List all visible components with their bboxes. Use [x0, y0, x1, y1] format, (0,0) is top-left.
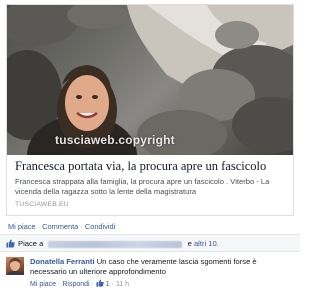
- thumbs-up-icon: [96, 279, 104, 287]
- separator: ·: [58, 281, 61, 288]
- comment-author[interactable]: Donatella Ferranti: [30, 257, 95, 266]
- comment-like-link[interactable]: Mi piace: [30, 281, 56, 288]
- separator: ·: [80, 222, 83, 231]
- separator: ·: [111, 281, 114, 288]
- thumbs-up-icon: [6, 239, 15, 248]
- comment-body: Donatella Ferranti Un caso che veramente…: [30, 257, 292, 277]
- photo-watermark: tusciaweb.copyright: [55, 133, 175, 147]
- like-link[interactable]: Mi piace: [8, 222, 36, 231]
- separator: ·: [37, 222, 41, 231]
- comment-link[interactable]: Commenta: [42, 222, 78, 231]
- likes-others-link[interactable]: altri 10.: [194, 239, 219, 248]
- share-link[interactable]: Condividi: [85, 222, 115, 231]
- comment-like-count[interactable]: 1: [106, 281, 110, 288]
- post-actions: Mi piace · Commenta · Condividi: [8, 222, 115, 231]
- comment-reply-link[interactable]: Rispondi: [62, 281, 89, 288]
- article-photo[interactable]: tusciaweb.copyright: [7, 5, 293, 155]
- comment-timestamp[interactable]: 11 h: [116, 281, 129, 288]
- link-preview-card[interactable]: tusciaweb.copyright Francesca portata vi…: [6, 4, 294, 216]
- separator: ·: [91, 281, 94, 288]
- article-headline[interactable]: Francesca portata via, la procura apre u…: [15, 159, 285, 174]
- article-source: TUSCIAWEB.EU: [15, 201, 69, 208]
- likes-summary-bar: Piace a e altri 10.: [0, 234, 300, 252]
- likes-summary-text: Piace a e altri 10.: [18, 239, 219, 248]
- link-preview-body[interactable]: Francesca portata via, la procura apre u…: [7, 155, 293, 215]
- comment: Donatella Ferranti Un caso che veramente…: [6, 257, 296, 291]
- article-description: Francesca strappata alla famiglia, la pr…: [15, 177, 270, 196]
- likes-conjunction: e: [187, 239, 192, 248]
- comment-meta: Mi piace · Rispondi · 1 · 11 h: [30, 279, 129, 288]
- avatar-image: [7, 258, 23, 275]
- avatar[interactable]: [6, 257, 24, 275]
- likes-prefix: Piace a: [18, 239, 44, 248]
- redacted-names: [48, 240, 183, 248]
